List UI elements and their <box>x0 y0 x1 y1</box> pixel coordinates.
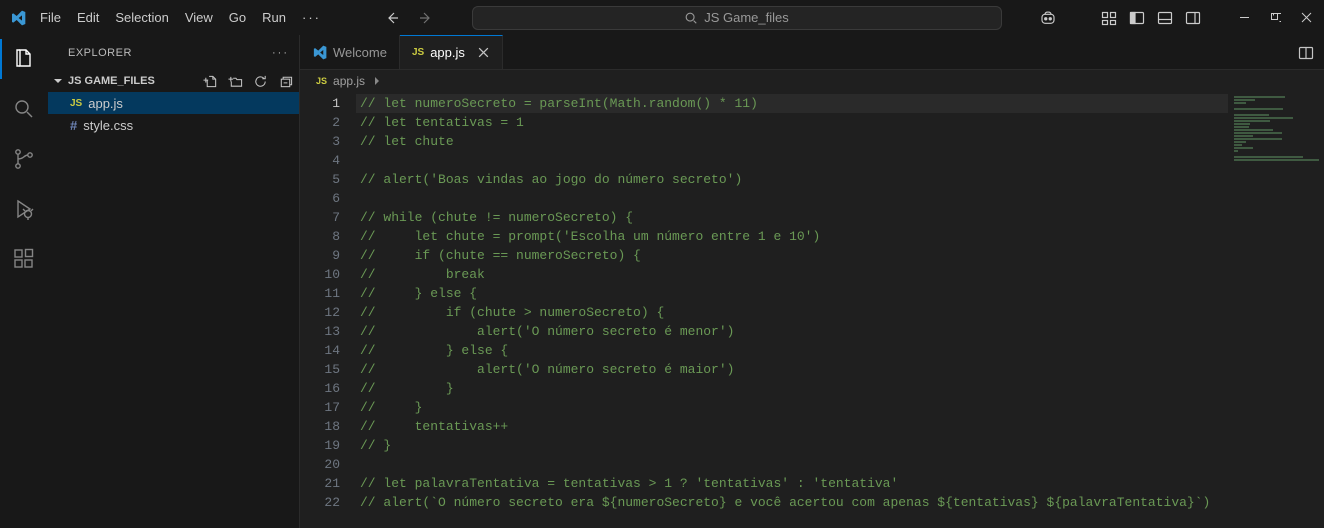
line-number-gutter: 12345678910111213141516171819202122 <box>300 92 356 528</box>
activity-source-control-icon[interactable] <box>0 143 48 175</box>
chevron-down-icon <box>52 75 64 87</box>
menu-more[interactable]: ··· <box>294 6 329 29</box>
css-file-icon: # <box>70 118 77 133</box>
chevron-right-icon <box>371 75 383 87</box>
menu-file[interactable]: File <box>32 6 69 29</box>
folder-name: JS GAME_FILES <box>68 75 199 87</box>
command-center-text: JS Game_files <box>704 10 789 25</box>
file-label: app.js <box>88 96 123 111</box>
activity-search-icon[interactable] <box>0 93 48 125</box>
toggle-primary-sidebar-icon[interactable] <box>1129 10 1145 26</box>
title-bar: File Edit Selection View Go Run ··· JS G… <box>0 0 1324 35</box>
activity-bar <box>0 35 48 528</box>
copilot-icon[interactable] <box>1039 9 1057 27</box>
breadcrumb[interactable]: JS app.js <box>300 70 1324 92</box>
file-tree: JS app.js # style.css <box>48 92 299 136</box>
activity-explorer-icon[interactable] <box>0 43 48 75</box>
menu-bar: File Edit Selection View Go Run ··· <box>32 6 329 29</box>
tab-welcome[interactable]: Welcome <box>300 35 400 69</box>
close-icon[interactable] <box>1301 12 1312 23</box>
js-file-icon: JS <box>316 76 327 86</box>
sidebar-more-icon[interactable]: ··· <box>272 47 289 59</box>
editor-tabs: Welcome JS app.js <box>300 35 1324 70</box>
menu-selection[interactable]: Selection <box>107 6 176 29</box>
file-item-style-css[interactable]: # style.css <box>48 114 299 136</box>
editor-body[interactable]: 12345678910111213141516171819202122 // l… <box>300 92 1324 528</box>
menu-view[interactable]: View <box>177 6 221 29</box>
collapse-all-icon[interactable] <box>278 74 293 89</box>
minimap[interactable] <box>1228 92 1324 528</box>
menu-run[interactable]: Run <box>254 6 294 29</box>
new-file-icon[interactable] <box>203 74 218 89</box>
tab-label: Welcome <box>333 45 387 60</box>
editor-group: Welcome JS app.js JS app.js 123456789101… <box>300 35 1324 528</box>
nav-back-icon[interactable] <box>384 10 400 26</box>
command-center[interactable]: JS Game_files <box>472 6 1002 30</box>
menu-go[interactable]: Go <box>221 6 254 29</box>
split-editor-icon[interactable] <box>1298 45 1314 61</box>
tab-close-icon[interactable] <box>477 46 490 59</box>
refresh-icon[interactable] <box>253 74 268 89</box>
js-file-icon: JS <box>412 47 424 58</box>
vscode-icon <box>312 45 327 60</box>
minimize-icon[interactable] <box>1239 12 1250 23</box>
code-content[interactable]: // let numeroSecreto = parseInt(Math.ran… <box>356 92 1324 528</box>
explorer-sidebar: EXPLORER ··· JS GAME_FILES JS app.js # s… <box>48 35 300 528</box>
breadcrumb-label: app.js <box>333 74 365 88</box>
menu-edit[interactable]: Edit <box>69 6 107 29</box>
new-folder-icon[interactable] <box>228 74 243 89</box>
toggle-panel-icon[interactable] <box>1157 10 1173 26</box>
toggle-secondary-sidebar-icon[interactable] <box>1185 10 1201 26</box>
tab-app-js[interactable]: JS app.js <box>400 35 503 69</box>
folder-header[interactable]: JS GAME_FILES <box>48 70 299 92</box>
tab-label: app.js <box>430 45 465 60</box>
maximize-icon[interactable] <box>1270 12 1281 23</box>
sidebar-title: EXPLORER <box>68 47 132 59</box>
nav-forward-icon[interactable] <box>418 10 434 26</box>
file-item-app-js[interactable]: JS app.js <box>48 92 299 114</box>
file-label: style.css <box>83 118 133 133</box>
js-file-icon: JS <box>70 98 82 109</box>
vscode-logo-icon <box>4 10 32 26</box>
customize-layout-icon[interactable] <box>1101 10 1117 26</box>
activity-run-debug-icon[interactable] <box>0 193 48 225</box>
activity-extensions-icon[interactable] <box>0 243 48 275</box>
